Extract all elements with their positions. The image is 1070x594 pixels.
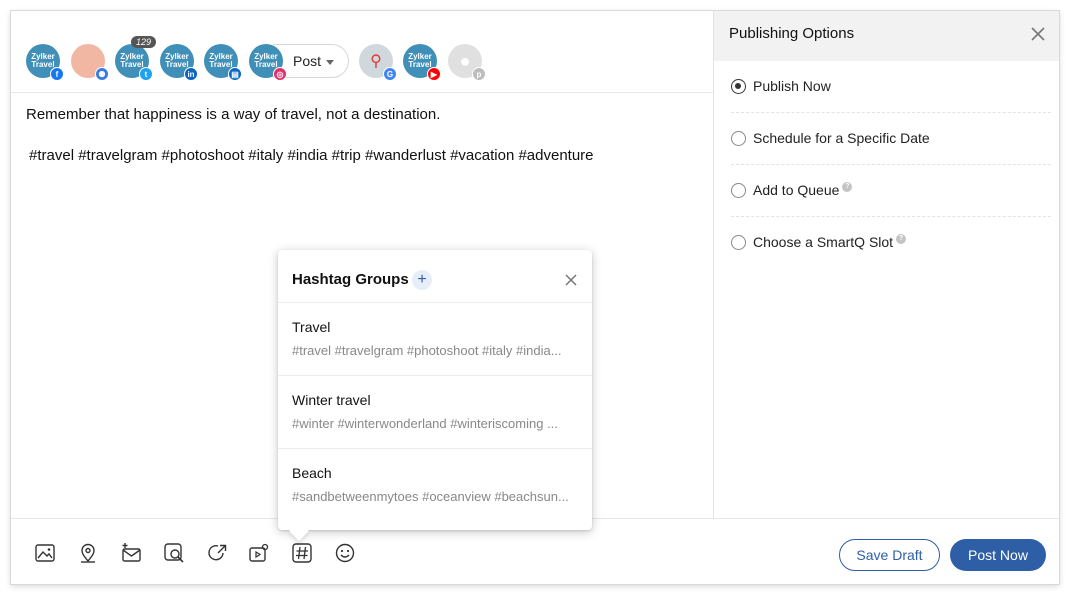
panel-title: Publishing Options [729,25,855,42]
account-avatar-google[interactable]: ⚲ G [359,44,397,81]
map-pin-icon: ⚲ [370,53,382,70]
publishing-options-panel: Publishing Options Publish Now Schedule … [713,11,1059,518]
compose-window: Zylker Travel f ⚉ 129 Zylker Travel t Zy… [11,11,1059,584]
add-message-icon[interactable] [119,541,143,565]
hashtag-group-item[interactable]: Winter travel #winter #winterwonderland … [278,376,592,449]
group-tags: #winter #winterwonderland #winteriscomin… [292,416,558,431]
post-message[interactable]: Remember that happiness is a way of trav… [26,105,696,125]
post-hashtags[interactable]: #travel #travelgram #photoshoot #italy #… [29,146,699,166]
help-icon[interactable]: ? [896,234,907,244]
hashtag-group-item[interactable]: Travel #travel #travelgram #photoshoot #… [278,303,592,376]
image-icon[interactable] [33,541,57,565]
option-label: Publish Now [753,78,831,94]
user-placeholder-icon: ● [459,50,471,71]
post-type-value: Post [293,53,322,69]
add-group-button[interactable]: + [412,270,432,290]
group-name: Beach [292,465,332,481]
option-label: Add to Queue [753,182,840,198]
video-settings-icon[interactable] [247,541,271,565]
account-avatar-linkedin-page[interactable]: Zylker Travel ▤ [204,44,242,81]
linkedin-page-icon: ▤ [228,67,242,81]
account-avatar-youtube[interactable]: Zylker Travel ▶ [403,44,441,81]
popover-title: Hashtag Groups [292,271,409,288]
popover-header: Hashtag Groups + [278,250,592,303]
option-label: Choose a SmartQ Slot [753,234,894,250]
youtube-icon: ▶ [427,67,441,81]
account-avatar-twitter[interactable]: 129 Zylker Travel t [115,36,157,81]
hashtag-icon[interactable] [290,541,314,565]
option-smartq-slot[interactable]: Choose a SmartQ Slot? [731,217,1051,269]
group-icon: ⚉ [95,67,109,81]
search-media-icon[interactable] [162,541,186,565]
emoji-icon[interactable] [333,541,357,565]
twitter-icon: t [139,67,153,81]
post-now-button[interactable]: Post Now [950,539,1046,571]
option-schedule-date[interactable]: Schedule for a Specific Date [731,113,1051,165]
close-icon[interactable] [563,272,579,288]
close-icon[interactable] [1029,25,1047,43]
count-badge: 129 [131,36,157,48]
location-icon[interactable] [76,541,100,565]
share-icon[interactable] [205,541,229,565]
option-publish-now[interactable]: Publish Now [731,61,1051,113]
panel-header: Publishing Options [714,11,1059,61]
group-name: Travel [292,319,331,335]
hashtag-group-item[interactable]: Beach #sandbetweenmytoes #oceanview #bea… [278,449,592,522]
pinterest-icon: p [472,67,486,81]
option-add-to-queue[interactable]: Add to Queue? [731,165,1051,217]
instagram-icon: ◎ [273,67,287,81]
radio[interactable] [731,235,746,250]
save-draft-button[interactable]: Save Draft [839,539,940,571]
facebook-icon: f [50,67,64,81]
group-tags: #travel #travelgram #photoshoot #italy #… [292,343,562,358]
hashtag-groups-popover: Hashtag Groups + Travel #travel #travelg… [278,250,592,530]
radio[interactable] [731,183,746,198]
account-avatar-instagram[interactable]: Zylker Travel ◎ [249,44,287,81]
google-icon: G [383,67,397,81]
account-avatar-pinterest[interactable]: ● p [448,44,486,81]
account-bar: Zylker Travel f ⚉ 129 Zylker Travel t Zy… [11,11,713,93]
radio[interactable] [731,131,746,146]
help-icon[interactable]: ? [842,182,853,192]
account-avatar-facebook[interactable]: Zylker Travel f [26,44,64,81]
radio-selected[interactable] [731,79,746,94]
account-avatar-linkedin[interactable]: Zylker Travel in [160,44,198,81]
linkedin-icon: in [184,67,198,81]
group-name: Winter travel [292,392,371,408]
chevron-down-icon [326,60,334,65]
group-tags: #sandbetweenmytoes #oceanview #beachsun.… [292,489,569,504]
option-label: Schedule for a Specific Date [753,130,930,146]
account-avatar-group[interactable]: ⚉ [71,44,109,81]
